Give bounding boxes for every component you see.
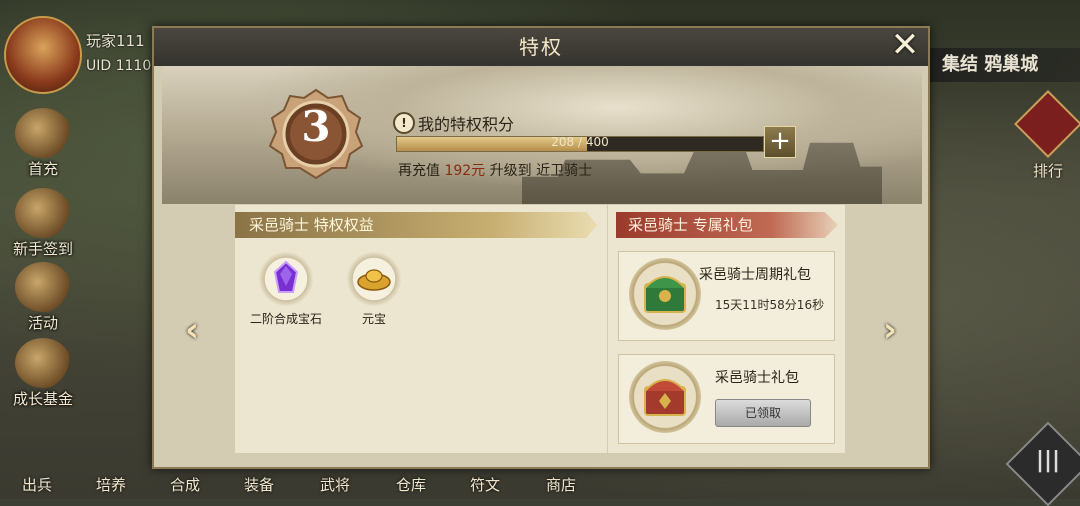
menu-signin[interactable]: 新手签到	[4, 188, 82, 259]
rank-button[interactable]: 排行	[1014, 90, 1080, 181]
periodic-gift-card[interactable]: 采邑骑士周期礼包 15天11时58分16秒	[618, 251, 835, 341]
next-arrow-icon[interactable]: ›	[876, 312, 904, 348]
gold-ingot-icon	[347, 252, 401, 306]
level-number: 3	[301, 102, 331, 151]
player-name: 玩家111	[86, 32, 145, 50]
bottom-menu-item[interactable]: 出兵	[22, 474, 52, 495]
benefit-item[interactable]: 元宝	[334, 252, 414, 327]
info-icon[interactable]: !	[393, 112, 415, 134]
recharge-target: 近卫骑士	[536, 163, 593, 179]
bottom-menu-item[interactable]: 合成	[170, 474, 200, 495]
benefit-label: 二阶合成宝石	[249, 312, 322, 326]
recharge-amount: 192元	[444, 163, 486, 179]
green-chest-icon	[629, 258, 701, 330]
signin-icon	[15, 188, 71, 238]
event-icon	[15, 262, 71, 312]
first-recharge-icon	[15, 108, 71, 158]
player-uid: UID 1110	[86, 58, 152, 74]
growth-fund-icon	[15, 338, 71, 388]
recharge-mid: 升级到	[489, 163, 532, 179]
gift-title: 采邑骑士礼包	[715, 370, 799, 386]
close-icon[interactable]: ✕	[888, 28, 922, 64]
rally-banner[interactable]: 集结 鸦巢城	[930, 48, 1080, 82]
points-progress-bar: 208 / 400	[396, 135, 764, 152]
claimed-button[interactable]: 已领取	[715, 399, 811, 427]
prev-arrow-icon[interactable]: ‹	[178, 312, 206, 348]
menu-label: 新手签到	[12, 240, 73, 258]
menu-label: 成长基金	[12, 390, 73, 408]
gift-title: 采邑骑士周期礼包	[699, 267, 811, 283]
rank-label: 排行	[1032, 162, 1063, 180]
benefits-header: 采邑骑士 特权权益	[235, 212, 597, 238]
menu-label: 首充	[27, 160, 58, 178]
purple-gem-icon	[259, 252, 313, 306]
points-title: 我的特权积分	[418, 115, 515, 134]
knight-gift-card[interactable]: 采邑骑士礼包 已领取	[618, 354, 835, 444]
benefit-item[interactable]: 二阶合成宝石	[246, 252, 326, 327]
player-avatar[interactable]	[4, 16, 82, 94]
bottom-menu-item[interactable]: 商店	[546, 474, 576, 495]
recharge-prefix: 再充值	[398, 163, 440, 179]
bottom-menu-item[interactable]: 武将	[320, 474, 350, 495]
add-points-button[interactable]: +	[764, 126, 796, 158]
bottom-menu-item[interactable]: 装备	[244, 474, 274, 495]
recharge-hint: 再充值 192元 升级到 近卫骑士	[398, 160, 592, 180]
menu-event[interactable]: 活动	[4, 262, 82, 333]
menu-icon: |||	[1035, 448, 1061, 474]
red-chest-icon	[629, 361, 701, 433]
points-progress-text: 208 / 400	[551, 135, 609, 149]
bottom-menu-item[interactable]: 符文	[470, 474, 500, 495]
rank-icon	[1014, 90, 1080, 158]
dialog-title: 特权	[154, 28, 928, 66]
gift-header: 采邑骑士 专属礼包	[616, 212, 838, 238]
menu-growth-fund[interactable]: 成长基金	[4, 338, 82, 409]
menu-first-recharge[interactable]: 首充	[4, 108, 82, 179]
bottom-menu-item[interactable]: 仓库	[396, 474, 426, 495]
benefit-label: 元宝	[361, 312, 386, 326]
gift-timer: 15天11时58分16秒	[715, 298, 825, 312]
bottom-menu-item[interactable]: 培养	[96, 474, 126, 495]
benefits-panel	[235, 205, 607, 453]
menu-label: 活动	[27, 314, 58, 332]
